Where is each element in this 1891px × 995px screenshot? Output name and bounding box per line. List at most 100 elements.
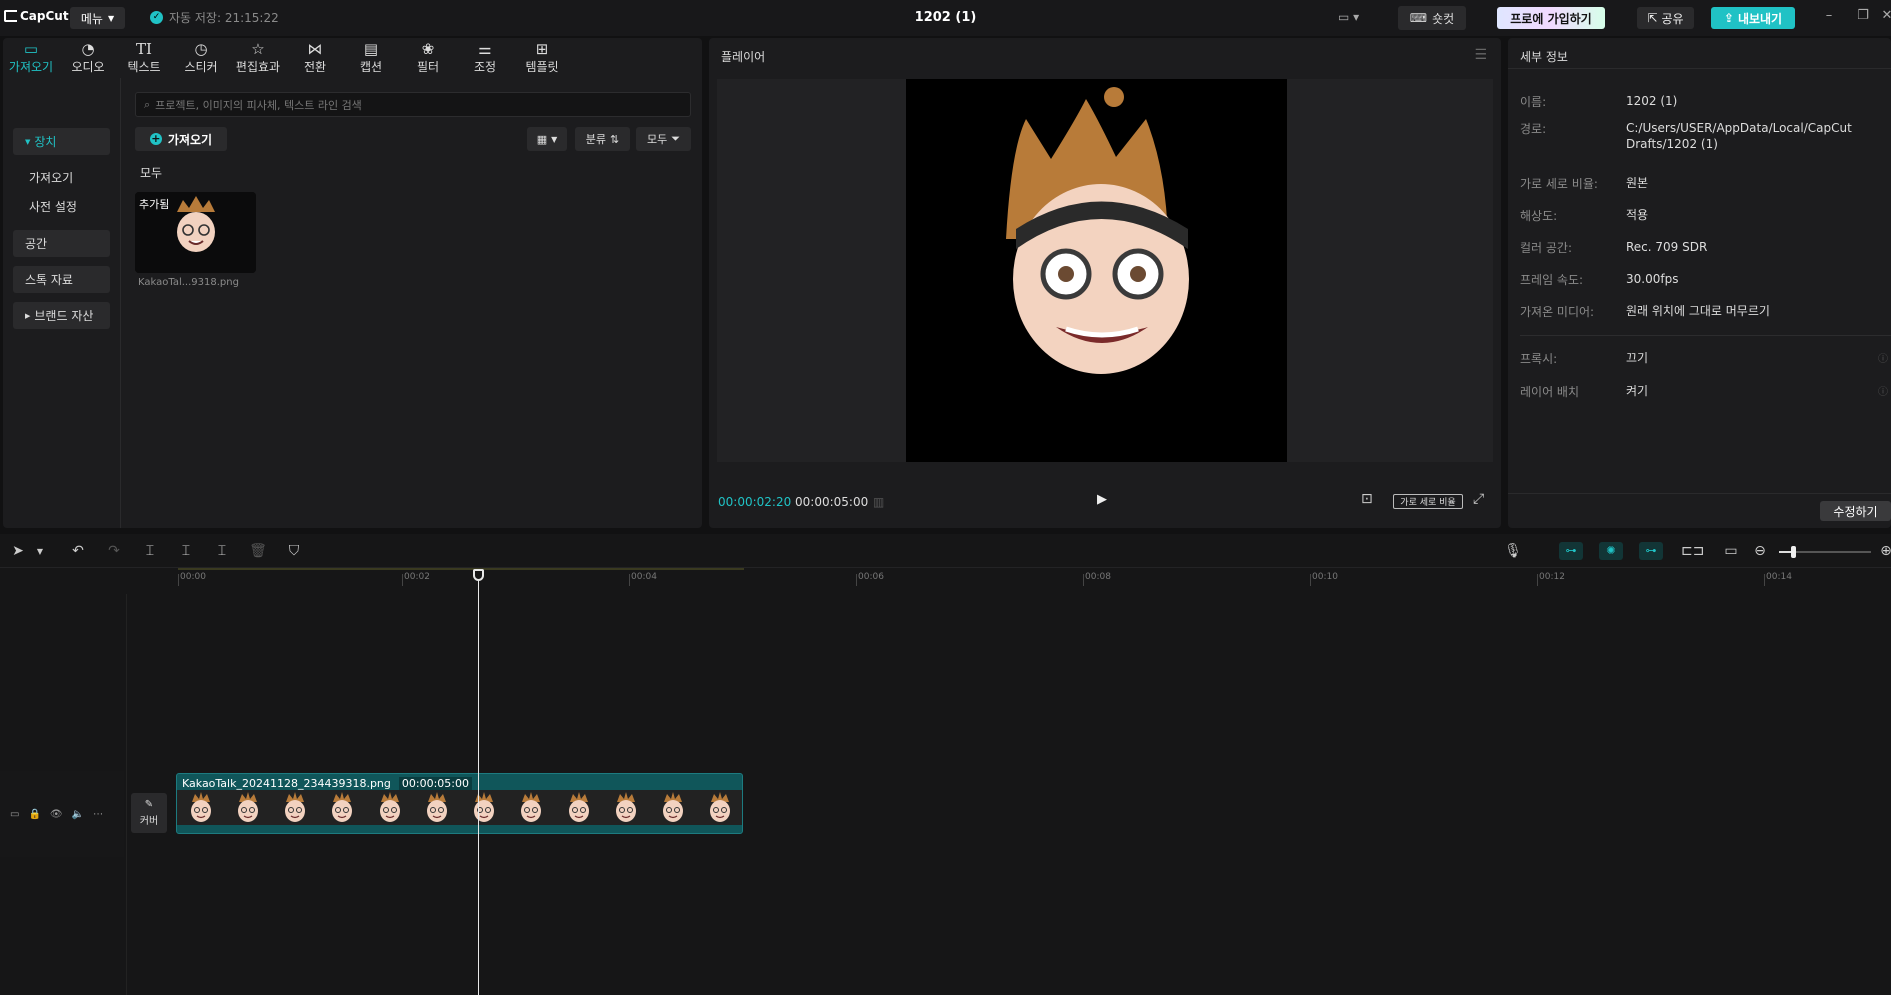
tab-effects[interactable]: ☆ 편집효과 [230,38,286,78]
import-icon: ▭ [23,40,39,58]
export-button[interactable]: ⇪ 내보내기 [1711,7,1795,29]
trim-right-icon[interactable]: ⌶ [212,543,232,559]
playhead-handle[interactable] [473,569,484,581]
select-cursor-icon[interactable]: ➤ [8,543,28,559]
cover-button[interactable]: ✎ 커버 [131,793,167,833]
modify-button[interactable]: 수정하기 [1820,501,1891,521]
zoom-slider-handle[interactable] [1791,546,1796,558]
detail-key: 이름: [1520,95,1547,109]
track-header: ▭ 🔒 👁 🔈 ⋯ [0,771,124,857]
redo-icon[interactable]: ↷ [104,543,124,559]
view-toggle-button[interactable]: ▦ ▼ [527,127,567,151]
tab-filter[interactable]: ❀ 필터 [400,38,456,78]
caption-icon: ▤ [363,40,379,58]
pro-join-button[interactable]: 프로에 가입하기 [1497,7,1605,29]
sidebar-item-space[interactable]: 공간 [13,230,110,257]
sidebar-item-stock[interactable]: 스톡 자료 [13,266,110,293]
detail-value: C:/Users/USER/AppData/Local/CapCut Draft… [1626,121,1852,151]
chevron-down-icon: ▼ [551,134,558,144]
sticker-icon: ◷ [194,40,208,58]
tab-template[interactable]: ⊞ 템플릿 [514,38,570,78]
timeline-fit-icon[interactable]: ▭ [1721,543,1741,559]
tab-sticker[interactable]: ◷ 스티커 [173,38,229,78]
menu-button[interactable]: 메뉴 ▼ [70,7,125,29]
sort-icon: ⇅ [610,132,620,146]
tab-audio[interactable]: ◔ 오디오 [60,38,116,78]
info-icon[interactable]: ⓘ [1878,383,1888,398]
detail-value: 켜기 [1626,384,1649,398]
aspect-ratio-button[interactable]: 가로 세로 비율 [1393,494,1463,509]
sidebar-item-preset[interactable]: 사전 설정 [13,193,110,220]
check-icon: ✓ [150,11,163,24]
menu-lines-icon[interactable]: ☰ [1474,47,1487,63]
filter-icon: ❀ [421,40,435,58]
lock-icon[interactable]: 🔒 [28,809,40,820]
sidebar-item-import[interactable]: 가져오기 [13,164,110,191]
main-track-magnet-icon[interactable]: ⊶ [1559,542,1583,560]
minimize-icon[interactable]: – [1819,8,1839,23]
auto-snap-icon[interactable]: ✺ [1599,542,1623,560]
playhead[interactable] [478,570,479,995]
delete-icon[interactable]: 🗑 [248,543,268,559]
preview-axis-icon[interactable]: ⊏⊐ [1681,543,1704,559]
eye-icon[interactable]: 👁 [50,809,63,820]
filter-button[interactable]: 모두 ⏷ [636,127,691,151]
sidebar-item-brand[interactable]: ▶ 브랜드 자산 [13,302,110,329]
chevron-down-icon[interactable]: ▼ [30,547,50,556]
autosave-status: ✓ 자동 저장: 21:15:22 [150,9,279,26]
audio-icon: ◔ [81,40,95,58]
share-button[interactable]: ⇱ 공유 [1637,7,1694,29]
tab-transition[interactable]: ⋈ 전환 [287,38,343,78]
caret-right-icon: ▶ [25,311,31,320]
media-thumbnail[interactable]: 추가됨 [135,192,256,273]
ruler-label: 00:08 [1085,572,1111,582]
screenshot-icon[interactable]: ⊡ [1361,491,1373,507]
split-icon[interactable]: ⌶ [140,543,160,559]
tab-adjust[interactable]: ⚌ 조정 [457,38,513,78]
fullscreen-icon[interactable]: ⤢ [1473,491,1484,507]
more-icon[interactable]: ⋯ [93,809,103,820]
detail-key: 경로: [1520,122,1547,136]
info-icon[interactable]: ⓘ [1878,350,1888,365]
shield-icon[interactable]: ⛉ [284,543,304,559]
ruler-label: 00:04 [631,572,657,582]
detail-key: 컬러 공간: [1520,241,1573,255]
filmstrip-frame [366,790,414,825]
clip-duration: 00:00:05:00 [398,777,472,790]
detail-key: 가져온 미디어: [1520,305,1595,319]
layout-icon[interactable]: ▭ ▾ [1338,10,1359,24]
microphone-icon[interactable]: 🎙 [1503,543,1523,559]
preview-canvas[interactable] [906,79,1287,462]
tab-caption[interactable]: ▤ 캡션 [343,38,399,78]
thumbnail-filename: KakaoTal...9318.png [138,277,239,288]
close-icon[interactable]: ✕ [1877,8,1891,23]
zoom-out-icon[interactable]: ⊖ [1750,543,1770,559]
plus-icon: + [149,132,162,145]
link-icon[interactable]: ⊶ [1639,542,1663,560]
track-toggle-icon[interactable]: ▭ [10,809,19,820]
import-button[interactable]: + 가져오기 [135,127,227,151]
details-panel: 세부 정보 이름: 1202 (1) 경로: C:/Users/USER/App… [1508,38,1891,528]
sort-button[interactable]: 분류 ⇅ [575,127,630,151]
tab-text[interactable]: TI 텍스트 [116,38,172,78]
shortcut-button[interactable]: ⌨ 숏컷 [1398,6,1466,30]
undo-icon[interactable]: ↶ [68,543,88,559]
video-clip[interactable]: KakaoTalk_20241128_234439318.png 00:00:0… [176,773,743,834]
media-search-input[interactable]: ⌕ 프로젝트, 이미지의 피사체, 텍스트 라인 검색 [135,92,691,117]
restore-icon[interactable]: ❐ [1853,8,1873,23]
zoom-in-icon[interactable]: ⊕ [1876,543,1891,559]
chevron-down-icon: ▼ [107,13,115,23]
total-timecode: 00:00:05:00 [795,495,869,509]
filmstrip-frame [271,790,319,825]
grid-icon[interactable]: ▥ [873,495,884,509]
trim-left-icon[interactable]: ⌶ [176,543,196,559]
app-logo: CapCut [4,9,69,23]
filmstrip-frame [649,790,697,825]
detail-key: 레이어 배치 [1520,385,1580,399]
media-panel: ▭ 가져오기 ◔ 오디오 TI 텍스트 ◷ 스티커 ☆ 편집효과 ⋈ 전환 ▤ … [3,38,702,528]
tab-import[interactable]: ▭ 가져오기 [3,38,59,78]
sidebar-item-device[interactable]: ▼ 장치 [13,128,110,155]
play-icon[interactable]: ▶ [1097,492,1107,507]
filter-funnel-icon: ⏷ [671,132,681,145]
volume-icon[interactable]: 🔈 [72,809,84,820]
